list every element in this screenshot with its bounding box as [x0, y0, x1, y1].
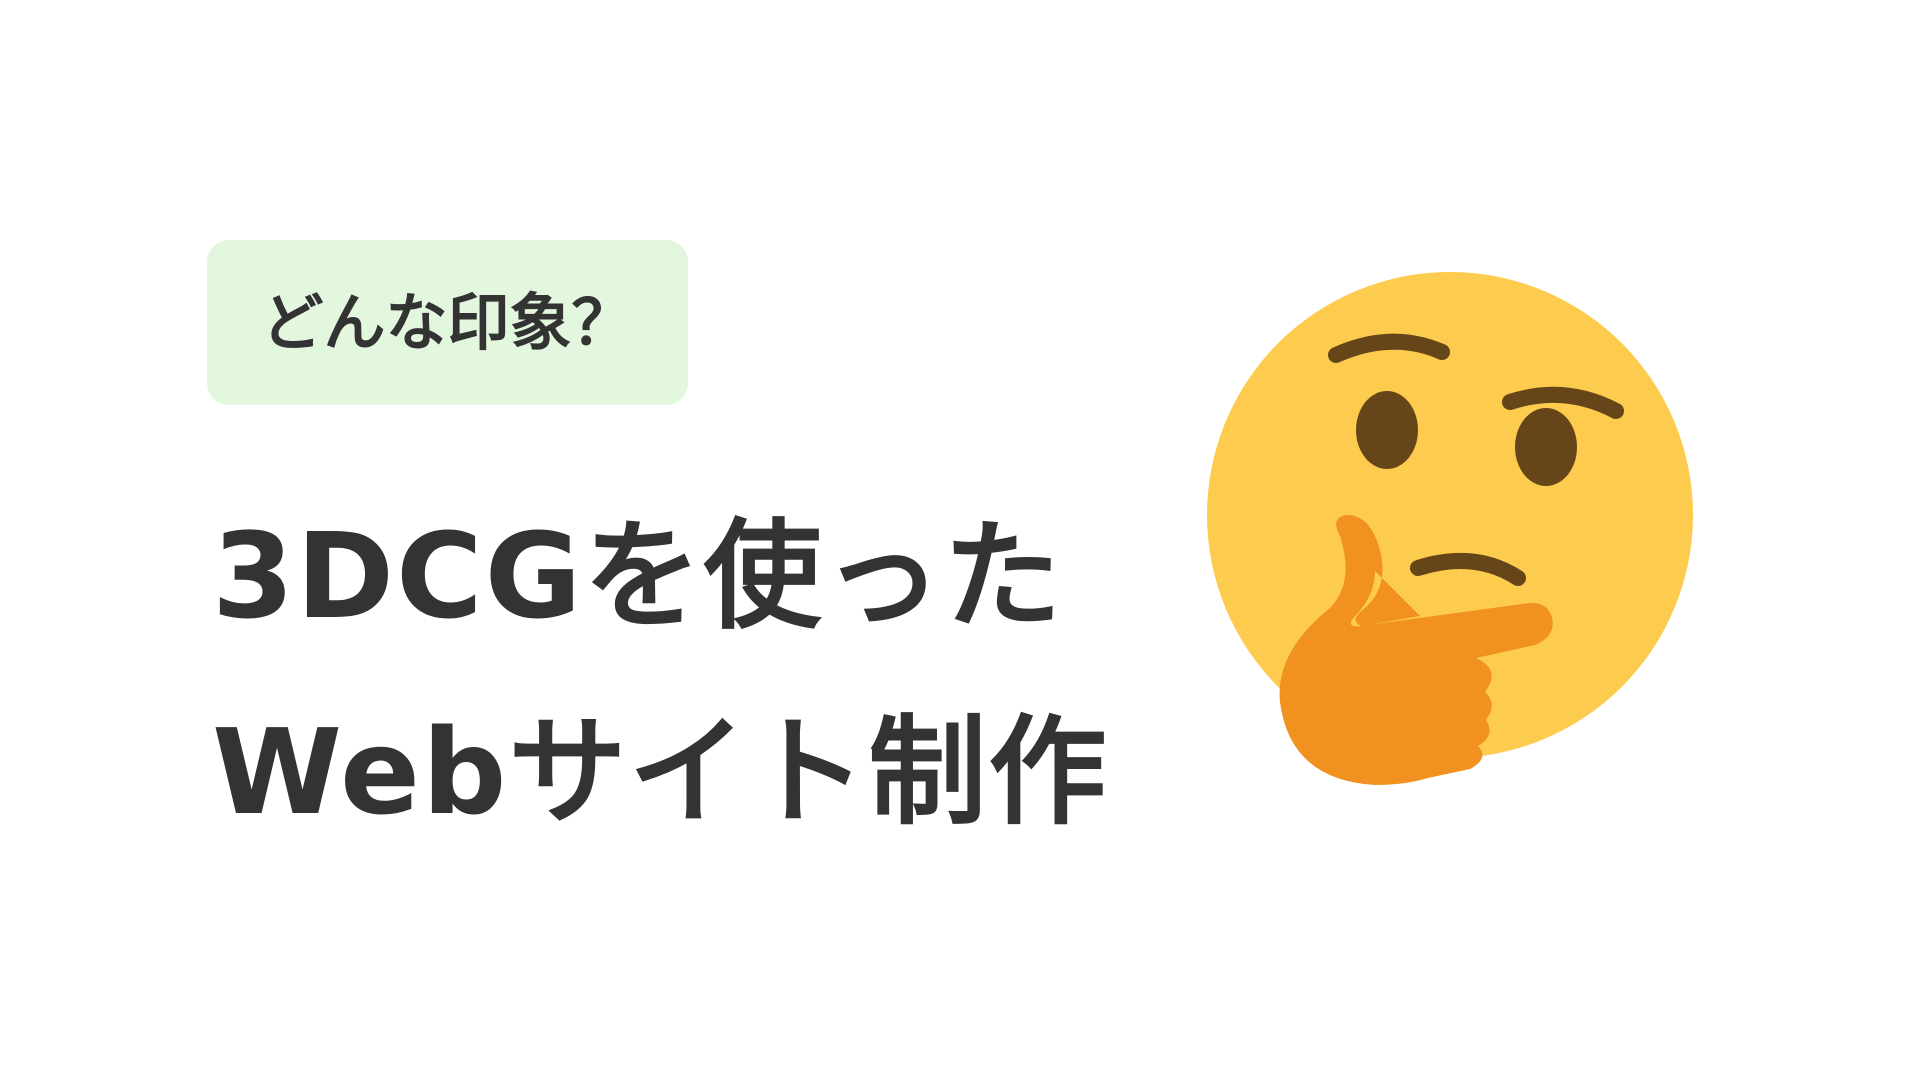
badge-label: どんな印象？: [261, 285, 634, 359]
page-title: 3DCGを使った Webサイト制作: [212, 478, 1112, 870]
thinking-face-icon: [1180, 260, 1700, 800]
question-badge: どんな印象？: [207, 240, 688, 405]
title-line-1: 3DCGを使った: [212, 507, 1064, 645]
right-eye: [1515, 408, 1577, 486]
title-line-2: Webサイト制作: [212, 703, 1109, 841]
left-eye: [1356, 391, 1418, 469]
